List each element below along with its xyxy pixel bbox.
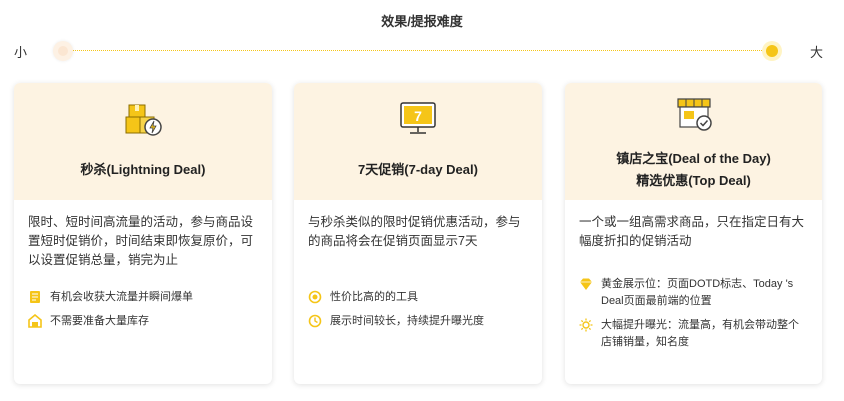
scale-start-knob: [53, 41, 73, 61]
card-title: 7天促销(7-day Deal): [358, 162, 478, 177]
coin-icon: [308, 290, 322, 304]
card-header: 7 7天促销(7-day Deal): [294, 83, 542, 200]
card-description: 一个或一组高需求商品，只在指定日有大幅度折扣的促销活动: [579, 215, 805, 248]
feature-item: 有机会收获大流量并瞬间爆单: [28, 289, 258, 306]
scale-max-label: 大: [810, 45, 824, 60]
feature-item: 大幅提升曝光：流量高，有机会带动整个店铺销量，知名度: [579, 317, 808, 351]
clock-icon: [308, 314, 322, 328]
feature-item: 不需要准备大量库存: [28, 313, 258, 330]
store-check-icon: [676, 98, 712, 131]
scale-min-label: 小: [14, 45, 28, 60]
feature-item: 性价比高的的工具: [308, 289, 528, 306]
difficulty-scale: 小 大: [0, 41, 844, 61]
feature-item: 展示时间较长，持续提升曝光度: [308, 313, 528, 330]
seven-day-deal-card: 7 7天促销(7-day Deal) 与秒杀类似的限时促销优惠活动，参与的商品将…: [294, 83, 542, 384]
scale-track: [58, 50, 780, 51]
card-header: 镇店之宝(Deal of the Day) 精选优惠(Top Deal): [565, 83, 822, 200]
card-header: 秒杀(Lightning Deal): [14, 83, 272, 200]
document-icon: [30, 291, 40, 303]
lightning-deal-card: 秒杀(Lightning Deal) 限时、短时间高流量的活动，参与商品设置短时…: [14, 83, 272, 384]
card-description: 与秒杀类似的限时促销优惠活动，参与的商品将会在促销页面显示7天: [308, 215, 521, 248]
diamond-icon: [580, 278, 592, 290]
boxes-lightning-icon: [125, 104, 162, 136]
card-description: 限时、短时间高流量的活动，参与商品设置短时促销价，时间结束即恢复原价，可以设置促…: [28, 215, 254, 267]
deal-of-the-day-card: 镇店之宝(Deal of the Day) 精选优惠(Top Deal) 一个或…: [565, 83, 822, 384]
feature-list: 有机会收获大流量并瞬间爆单 不需要准备大量库存: [14, 289, 272, 330]
svg-text:7: 7: [414, 108, 422, 124]
scale-end-knob: [762, 41, 782, 61]
card-title: 秒杀(Lightning Deal): [80, 162, 206, 177]
monitor-seven-icon: 7: [400, 102, 436, 134]
warehouse-icon: [28, 314, 42, 328]
scale-title: 效果/提报难度: [381, 14, 463, 29]
feature-list: 黄金展示位：页面DOTD标志、Today 's Deal页面最前端的位置 大幅提…: [565, 276, 822, 351]
sun-icon: [579, 318, 593, 332]
feature-list: 性价比高的的工具 展示时间较长，持续提升曝光度: [294, 289, 542, 330]
card-title: 镇店之宝(Deal of the Day) 精选优惠(Top Deal): [616, 151, 771, 188]
feature-item: 黄金展示位：页面DOTD标志、Today 's Deal页面最前端的位置: [579, 276, 808, 310]
